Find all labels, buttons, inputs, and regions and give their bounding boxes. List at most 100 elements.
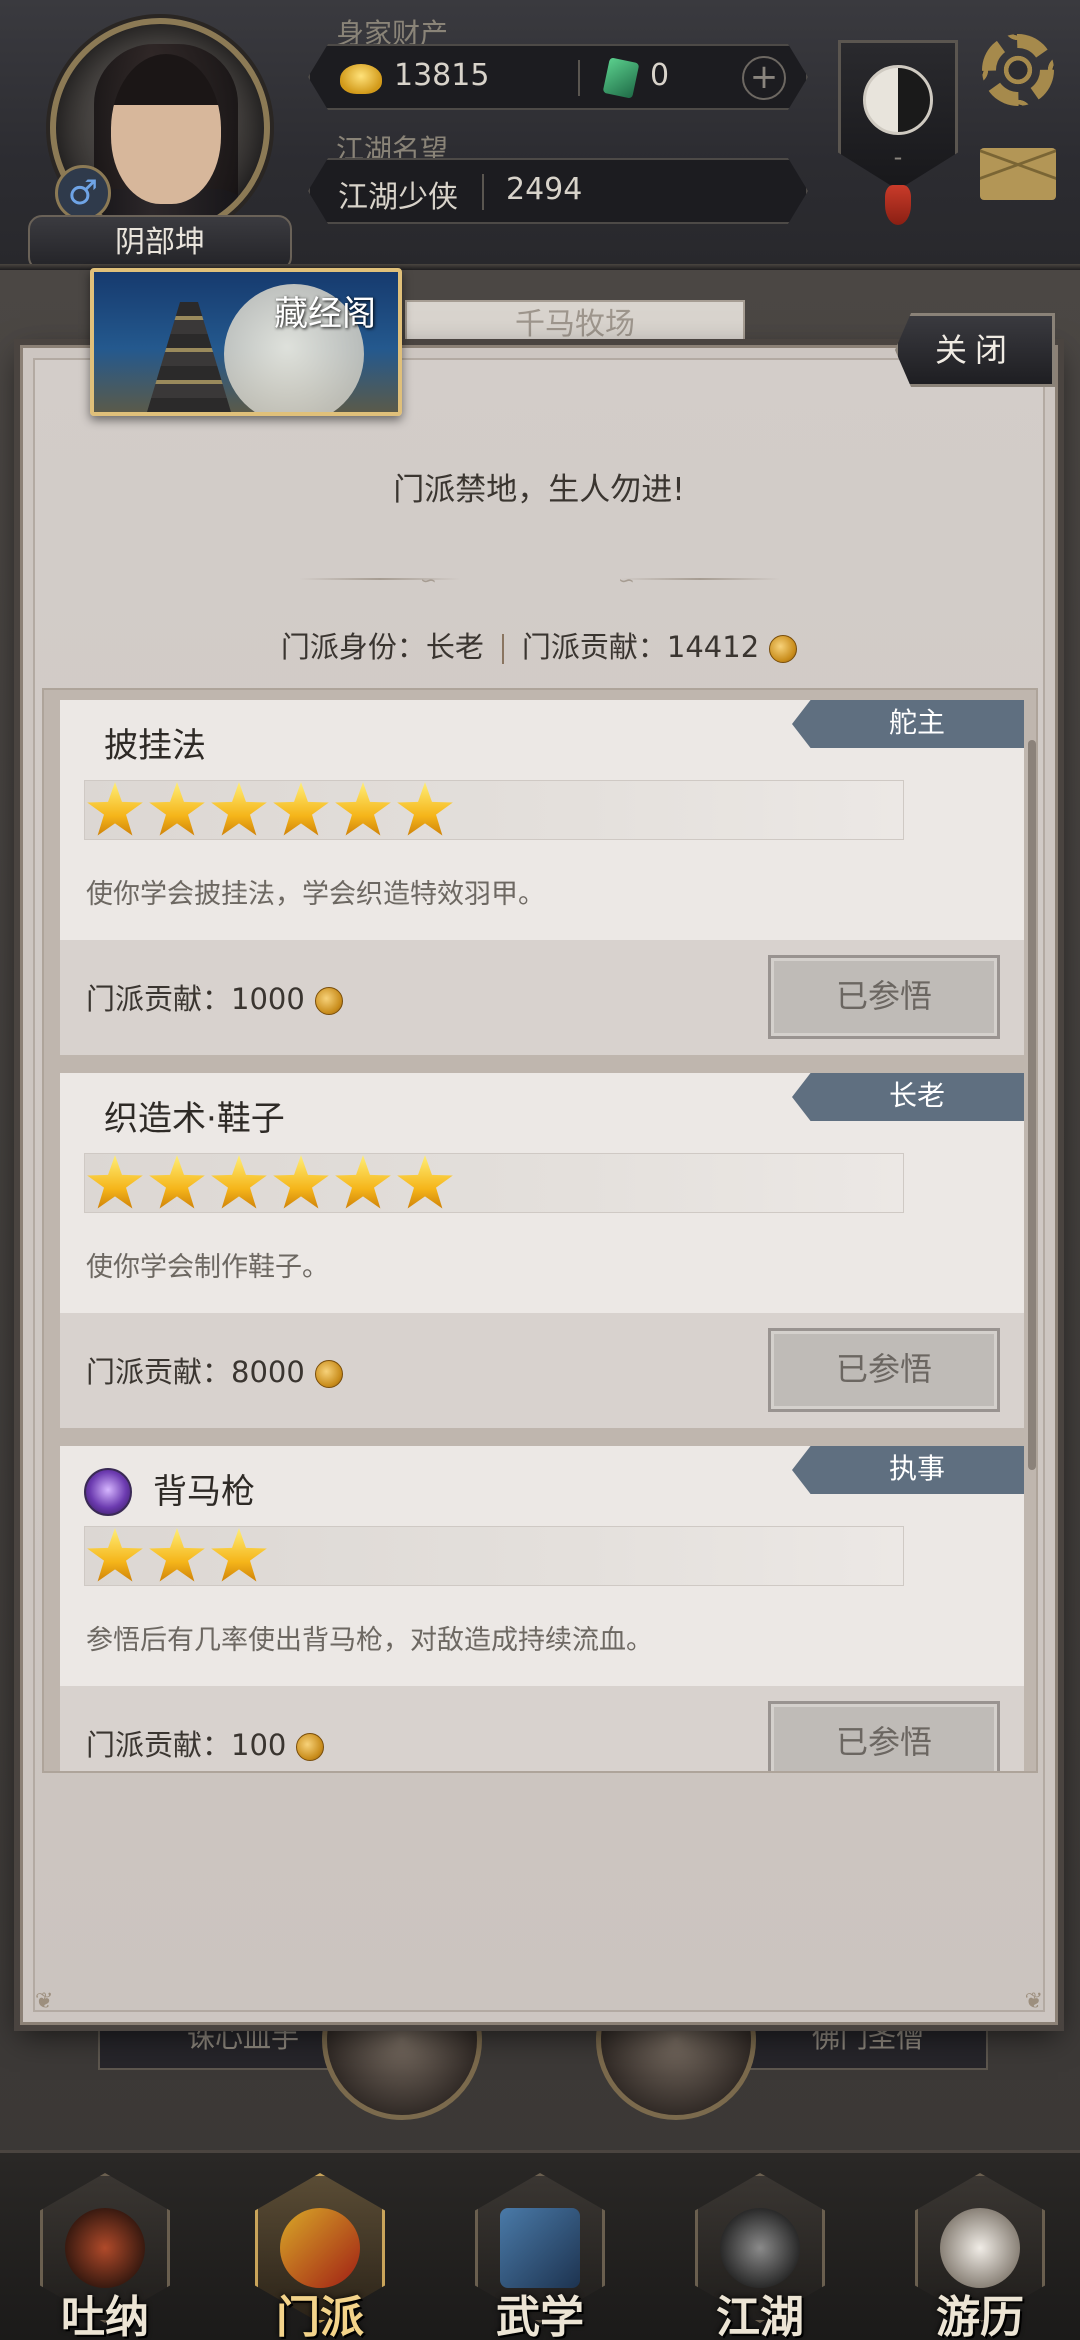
skill-cost: 门派贡献：1000 bbox=[86, 976, 343, 1018]
reputation-value: 2494 bbox=[506, 172, 583, 207]
star-icon bbox=[211, 1528, 267, 1582]
skill-description: 使你学会披挂法，学会织造特效羽甲。 bbox=[86, 879, 545, 910]
skill-card: 长老 织造术·鞋子 使你学会制作鞋子。 门派贡献：8000 已参悟 bbox=[60, 1073, 1024, 1428]
gold-ingot-icon bbox=[340, 64, 382, 94]
coin-icon bbox=[296, 1733, 325, 1761]
rank-tag: 舵主 bbox=[792, 700, 1024, 748]
star-icon bbox=[335, 1155, 391, 1209]
nav-item-martial-arts[interactable]: 武学 bbox=[465, 2173, 615, 2340]
skill-name: 背马枪 bbox=[153, 1472, 255, 1512]
cost-label: 门派贡献： bbox=[86, 982, 232, 1016]
identity-value: 长老 bbox=[425, 630, 484, 664]
wealth-divider bbox=[578, 60, 580, 96]
star-rating bbox=[86, 1526, 272, 1586]
avatar-face bbox=[111, 54, 221, 204]
star-icon bbox=[87, 1528, 143, 1582]
star-icon bbox=[273, 1155, 329, 1209]
taiji-icon bbox=[863, 65, 933, 135]
bottom-nav: 吐纳 门派 武学 江湖 游历 bbox=[0, 2150, 1080, 2340]
cost-value: 8000 bbox=[231, 1355, 305, 1389]
gold-amount: 13815 bbox=[394, 58, 490, 93]
star-icon bbox=[211, 782, 267, 836]
star-icon bbox=[87, 1155, 143, 1209]
learned-button[interactable]: 已参悟 bbox=[768, 955, 1000, 1039]
player-name: 阴部坤 bbox=[28, 215, 292, 271]
learned-button[interactable]: 已参悟 bbox=[768, 1328, 1000, 1412]
skill-card-footer: 门派贡献：1000 已参悟 bbox=[60, 940, 1024, 1055]
cost-label: 门派贡献： bbox=[86, 1355, 232, 1389]
star-icon bbox=[149, 1155, 205, 1209]
taiji-value: - bbox=[893, 143, 903, 171]
top-hud: ♂ 阴部坤 身家财产 13815 0 + 江湖名望 江湖少侠 2494 - bbox=[0, 0, 1080, 271]
star-icon bbox=[273, 782, 329, 836]
sect-motto: 门派禁地，生人勿进! bbox=[393, 472, 685, 508]
pagoda-icon bbox=[144, 302, 234, 412]
skill-card-footer: 门派贡献：100 已参悟 bbox=[60, 1686, 1024, 1771]
male-gender-icon: ♂ bbox=[55, 165, 111, 221]
star-rating bbox=[86, 780, 458, 840]
add-currency-button[interactable]: + bbox=[742, 56, 786, 100]
book-icon bbox=[500, 2208, 580, 2288]
skill-cost: 门派贡献：100 bbox=[86, 1722, 325, 1764]
nav-label: 武学 bbox=[496, 2292, 584, 2340]
gear-icon[interactable] bbox=[982, 34, 1054, 106]
identity-label: 门派身份： bbox=[280, 630, 426, 664]
jade-icon bbox=[602, 57, 640, 99]
nav-item-tuna[interactable]: 吐纳 bbox=[30, 2173, 180, 2340]
star-icon bbox=[335, 782, 391, 836]
divider-ornament-icon: ∽ bbox=[618, 568, 635, 592]
library-title-card: 藏经阁 bbox=[90, 268, 402, 416]
divider-ornament-icon: ∽ bbox=[420, 568, 437, 592]
divider-right bbox=[620, 578, 780, 580]
horse-icon bbox=[940, 2208, 1020, 2288]
modal-title: 藏经阁 bbox=[274, 294, 376, 334]
sect-banner-icon bbox=[280, 2208, 360, 2288]
nav-label: 门派 bbox=[276, 2292, 364, 2340]
jade-amount: 0 bbox=[650, 58, 670, 93]
mail-icon[interactable] bbox=[980, 148, 1056, 200]
skill-card: 执事 背马枪 参悟后有几率使出背马枪，对敌造成持续流血。 门派贡献：100 已参… bbox=[60, 1446, 1024, 1771]
skill-cost: 门派贡献：8000 bbox=[86, 1349, 343, 1391]
coin-icon bbox=[314, 987, 343, 1015]
corner-ornament-icon: ❦ bbox=[1024, 1989, 1043, 2014]
nav-item-travel[interactable]: 游历 bbox=[905, 2173, 1055, 2340]
background-tab-hint: 千马牧场 bbox=[405, 300, 745, 350]
coin-icon bbox=[769, 635, 798, 663]
skill-list[interactable]: 舵主 披挂法 使你学会披挂法，学会织造特效羽甲。 门派贡献：1000 已参悟 长… bbox=[42, 688, 1038, 1773]
skill-card-footer: 门派贡献：8000 已参悟 bbox=[60, 1313, 1024, 1428]
close-button[interactable]: 关闭 bbox=[895, 313, 1055, 387]
coin-icon bbox=[314, 1360, 343, 1388]
cost-value: 1000 bbox=[231, 982, 305, 1016]
bamboo-hat-icon bbox=[720, 2208, 800, 2288]
star-icon bbox=[87, 782, 143, 836]
nav-item-sect[interactable]: 门派 bbox=[245, 2173, 395, 2340]
nav-label: 吐纳 bbox=[61, 2292, 149, 2340]
star-icon bbox=[397, 782, 453, 836]
star-rating bbox=[86, 1153, 458, 1213]
rank-tag: 长老 bbox=[792, 1073, 1024, 1121]
meditation-icon bbox=[65, 2208, 145, 2288]
status-divider bbox=[501, 634, 504, 664]
tassel-decoration bbox=[885, 185, 911, 225]
taiji-banner[interactable]: - bbox=[838, 40, 958, 190]
reputation-title: 江湖少侠 bbox=[338, 180, 458, 215]
skill-description: 使你学会制作鞋子。 bbox=[86, 1252, 329, 1283]
reputation-divider bbox=[482, 174, 484, 210]
skill-card: 舵主 披挂法 使你学会披挂法，学会织造特效羽甲。 门派贡献：1000 已参悟 bbox=[60, 700, 1024, 1055]
skill-description: 参悟后有几率使出背马枪，对敌造成持续流血。 bbox=[86, 1625, 653, 1656]
cost-label: 门派贡献： bbox=[86, 1728, 232, 1762]
nav-item-jianghu[interactable]: 江湖 bbox=[685, 2173, 835, 2340]
star-icon bbox=[149, 782, 205, 836]
skill-name: 披挂法 bbox=[104, 726, 206, 766]
wealth-bar: 13815 0 + bbox=[308, 44, 808, 110]
cost-value: 100 bbox=[231, 1728, 287, 1762]
star-icon bbox=[211, 1155, 267, 1209]
star-icon bbox=[397, 1155, 453, 1209]
reputation-bar: 江湖少侠 2494 bbox=[308, 158, 808, 224]
contribution-label: 门派贡献： bbox=[521, 630, 667, 664]
learned-button[interactable]: 已参悟 bbox=[768, 1701, 1000, 1771]
list-scrollbar[interactable] bbox=[1028, 740, 1036, 1470]
star-icon bbox=[149, 1528, 205, 1582]
sect-status-line: 门派身份：长老 门派贡献：14412 bbox=[20, 624, 1058, 666]
rank-tag: 执事 bbox=[792, 1446, 1024, 1494]
